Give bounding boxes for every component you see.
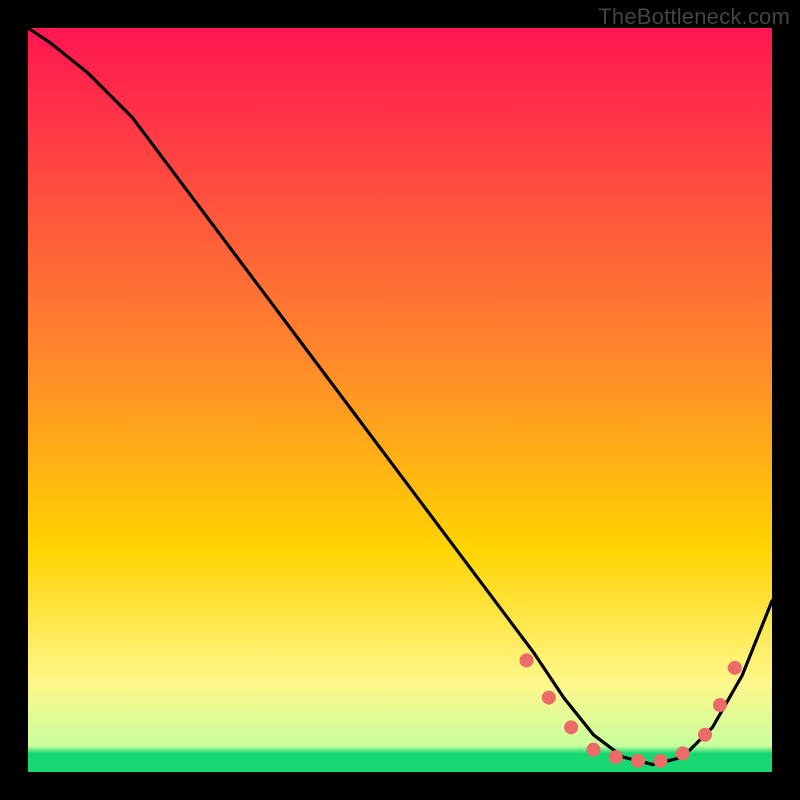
curve-marker [728,661,742,675]
curve-marker [676,746,690,760]
curve-marker [564,720,578,734]
chart-svg [28,28,772,772]
curve-marker [631,754,645,768]
chart-frame: TheBottleneck.com [0,0,800,800]
curve-marker [713,698,727,712]
curve-marker [653,754,667,768]
plot-area [28,28,772,772]
curve-marker [698,728,712,742]
curve-marker [542,691,556,705]
watermark-text: TheBottleneck.com [598,4,790,30]
curve-marker [586,743,600,757]
curve-marker [519,653,533,667]
gradient-background [28,28,772,772]
curve-marker [609,750,623,764]
